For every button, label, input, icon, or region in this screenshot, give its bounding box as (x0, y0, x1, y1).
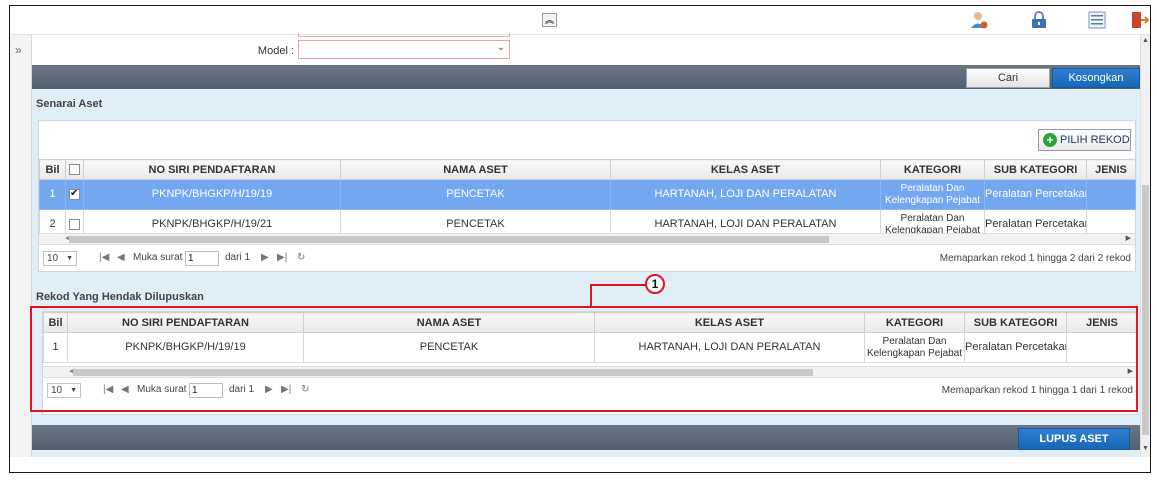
left-sidebar-strip: » (10, 35, 32, 457)
scroll-right-arrow-icon[interactable]: ▶ (1126, 234, 1131, 242)
scroll-up-arrow-icon[interactable]: ▲ (1142, 37, 1149, 44)
cell-kelas-aset: HARTANAH, LOJI DAN PERALATAN (610, 179, 881, 210)
col-sub-kategori[interactable]: SUB KATEGORI (984, 159, 1087, 180)
horizontal-scrollbar[interactable]: ◀ ▶ (39, 233, 1135, 245)
scroll-down-arrow-icon[interactable]: ▼ (1142, 445, 1149, 452)
table-header-row: Bil NO SIRI PENDAFTARAN NAMA ASET KELAS … (39, 159, 1136, 180)
cell-bil: 1 (39, 179, 66, 210)
cell-kategori: Peralatan Dan Kelengkapan Pejabat (880, 179, 985, 210)
last-page-icon[interactable]: ▶| (277, 252, 287, 263)
cell-checkbox[interactable] (65, 179, 84, 210)
col-jenis[interactable]: JENIS (1086, 159, 1136, 180)
scroll-thumb[interactable] (1142, 185, 1149, 435)
lock-icon[interactable] (1029, 10, 1049, 30)
col-select-all[interactable] (65, 159, 84, 180)
search-action-bar: Cari Kosongkan (32, 65, 1140, 89)
cell-jenis (1086, 179, 1136, 210)
vertical-scrollbar[interactable]: ▲ ▼ (1140, 35, 1150, 457)
expand-sidebar-icon[interactable]: » (15, 43, 22, 57)
user-profile-icon[interactable] (969, 10, 989, 30)
dropdown-arrow-icon: ▼ (66, 255, 73, 262)
asset-list-table: Bil NO SIRI PENDAFTARAN NAMA ASET KELAS … (39, 159, 1136, 240)
page-number-input[interactable]: 1 (185, 251, 219, 266)
first-page-icon[interactable]: |◀ (99, 252, 109, 263)
page-total-label: dari 1 (225, 252, 251, 263)
cell-sub-kategori: Peralatan Percetakan (984, 179, 1087, 210)
annotation-connector (590, 284, 648, 286)
page-size-value: 10 (47, 253, 59, 264)
logout-icon[interactable] (1130, 10, 1150, 30)
annotation-marker: 1 (645, 274, 665, 294)
row-checkbox[interactable] (69, 187, 80, 200)
annotation-connector (590, 285, 592, 307)
col-bil[interactable]: Bil (39, 159, 66, 180)
hscroll-thumb[interactable] (69, 236, 829, 243)
cell-no-siri: PKNPK/BHGKP/H/19/19 (83, 179, 341, 210)
row-checkbox[interactable] (69, 218, 80, 230)
col-kategori[interactable]: KATEGORI (880, 159, 985, 180)
select-all-checkbox[interactable] (69, 164, 80, 176)
model-filter-row: Model : ⌄ (32, 33, 1140, 65)
pagination-bar: 10 ▼ |◀ ◀ Muka surat 1 dari 1 ▶ ▶| ↻ Mema… (39, 246, 1135, 270)
select-record-button[interactable]: + PILIH REKOD (1038, 129, 1131, 151)
cell-nama-aset: PENCETAK (340, 179, 611, 210)
annotation-highlight-box (30, 306, 1138, 412)
previous-field-edge (298, 33, 510, 37)
prev-page-icon[interactable]: ◀ (117, 252, 125, 263)
col-no-siri[interactable]: NO SIRI PENDAFTARAN (83, 159, 341, 180)
top-toolbar: ︽ (10, 6, 1150, 35)
refresh-icon[interactable]: ↻ (297, 252, 305, 263)
chevron-down-icon: ⌄ (496, 42, 505, 53)
collapse-header-button[interactable]: ︽ (542, 13, 557, 27)
search-button[interactable]: Cari (966, 68, 1050, 88)
col-kelas-aset[interactable]: KELAS ASET (610, 159, 881, 180)
col-nama-aset[interactable]: NAMA ASET (340, 159, 611, 180)
dispose-asset-button[interactable]: LUPUS ASET (1018, 428, 1130, 450)
model-select[interactable]: ⌄ (298, 40, 510, 59)
next-page-icon[interactable]: ▶ (261, 252, 269, 263)
asset-list-panel: + PILIH REKOD Bil NO SIRI PENDAFTARAN NA… (38, 120, 1136, 272)
record-count-info: Memaparkan rekod 1 hingga 2 dari 2 rekod (939, 253, 1131, 264)
page-label: Muka surat (133, 252, 183, 263)
list-icon[interactable] (1087, 10, 1107, 30)
asset-list-title: Senarai Aset (36, 98, 103, 110)
clear-button[interactable]: Kosongkan (1052, 68, 1140, 88)
table-row[interactable]: 1 PKNPK/BHGKP/H/19/19 PENCETAK HARTANAH,… (39, 179, 1136, 210)
page-size-select[interactable]: 10 ▼ (43, 251, 77, 266)
disposal-records-title: Rekod Yang Hendak Dilupuskan (36, 291, 204, 303)
model-label: Model : (257, 45, 294, 57)
select-record-label: PILIH REKOD (1060, 134, 1130, 146)
add-icon: + (1043, 133, 1057, 147)
dispose-action-bar: LUPUS ASET (32, 425, 1140, 450)
